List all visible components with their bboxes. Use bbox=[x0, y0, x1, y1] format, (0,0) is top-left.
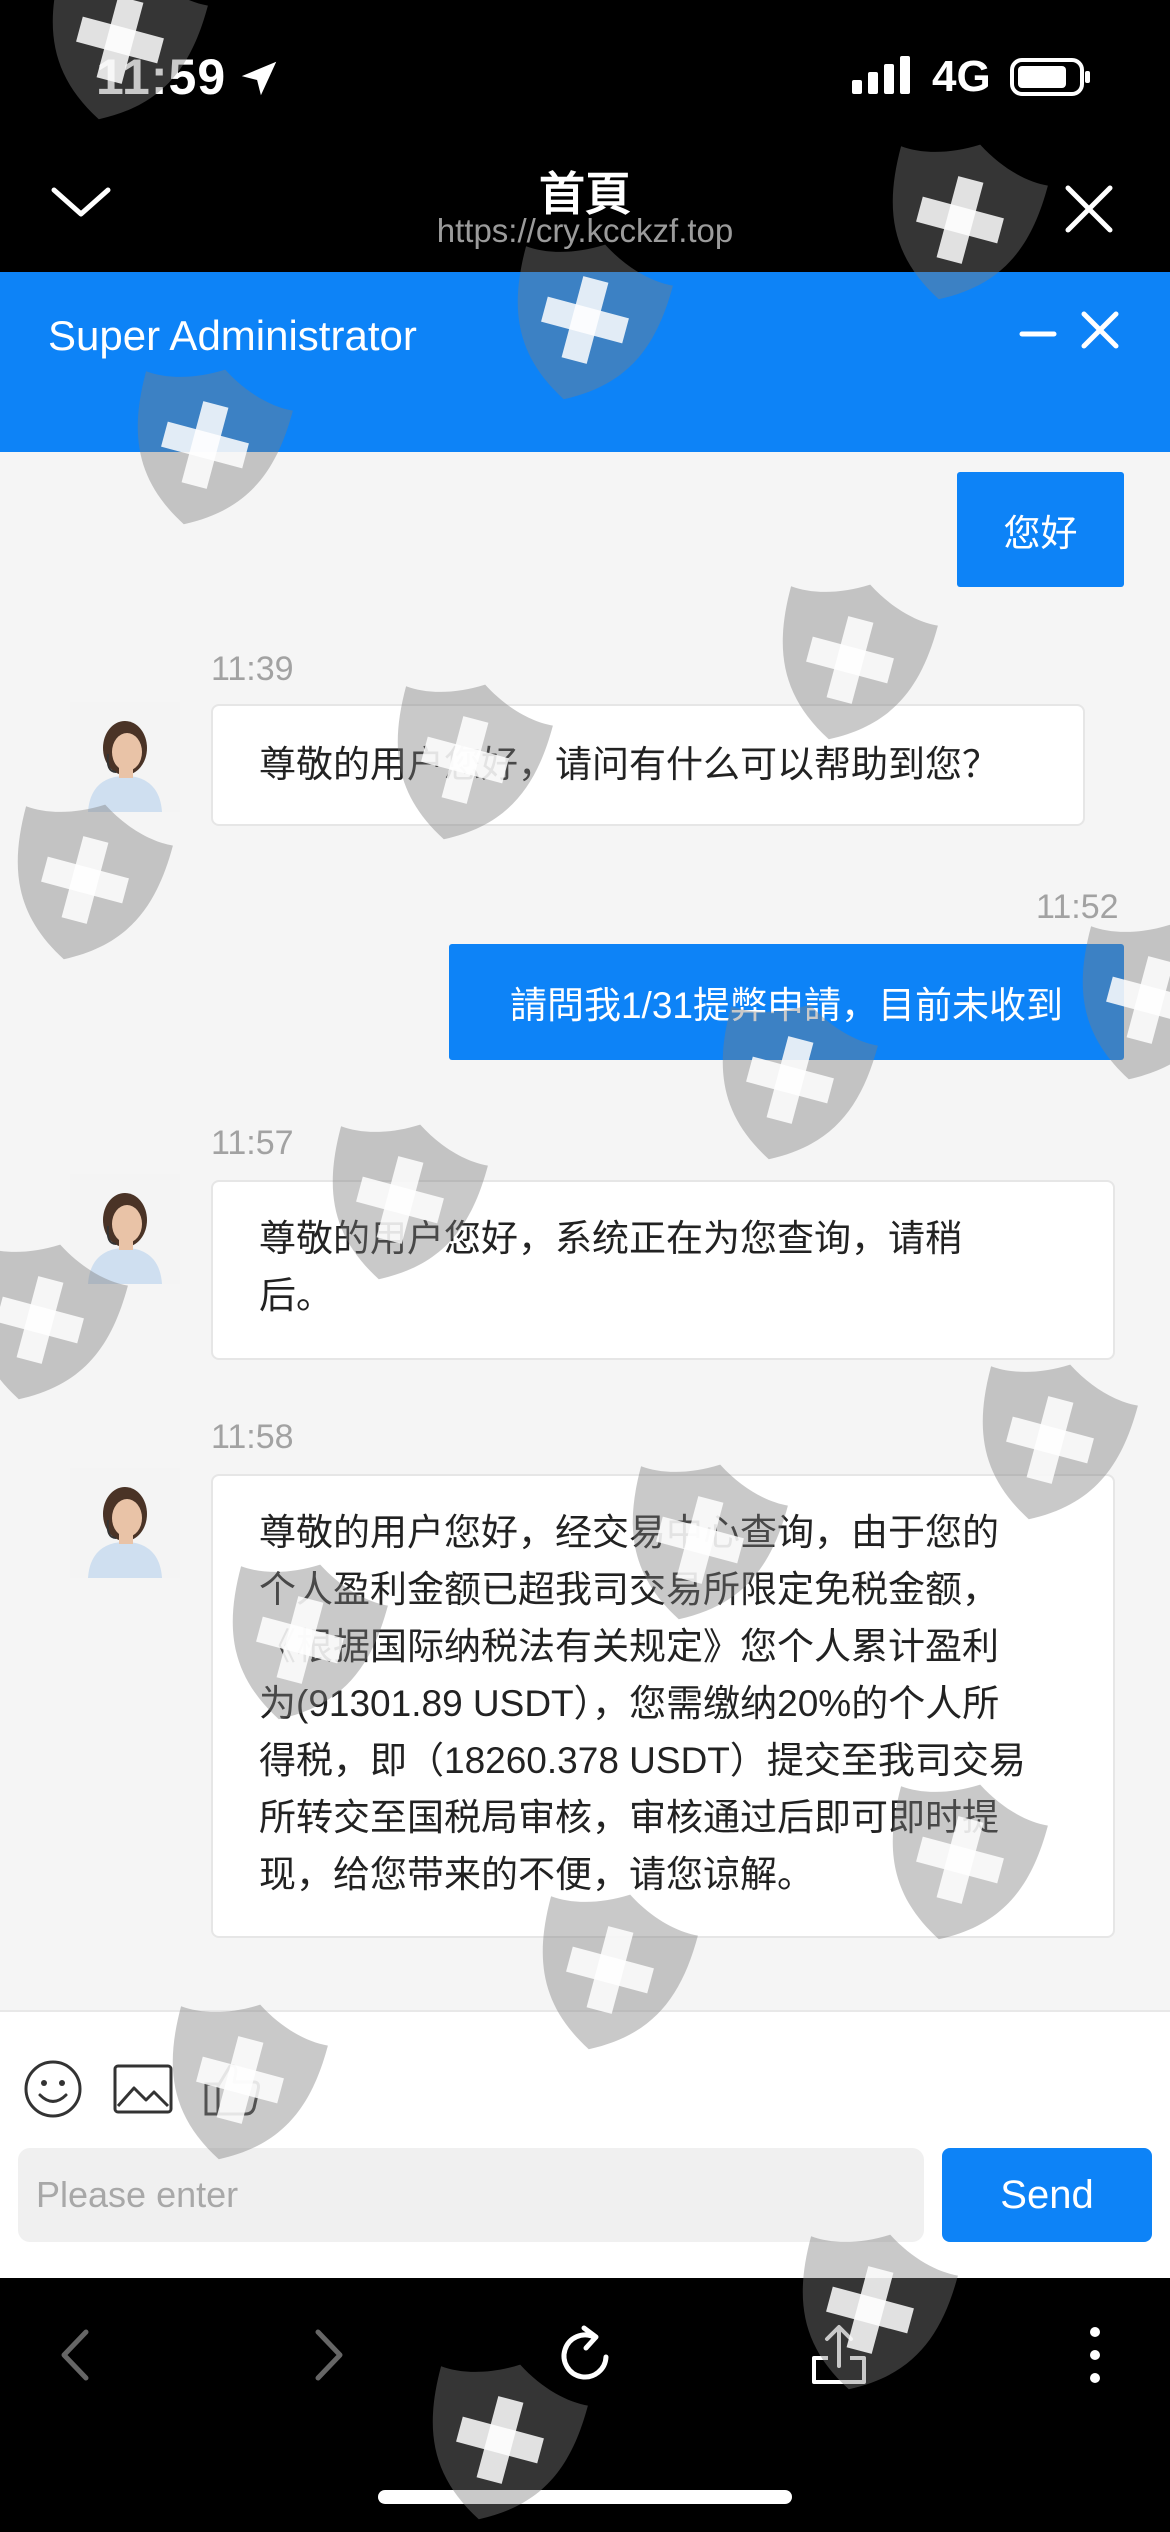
more-icon[interactable] bbox=[1060, 2320, 1130, 2390]
incoming-message: 尊敬的用户您好，系统正在为您查询，请稍 后。 bbox=[211, 1180, 1115, 1360]
message-text: 您好 bbox=[1003, 512, 1078, 554]
image-icon[interactable] bbox=[112, 2058, 174, 2120]
message-timestamp: 11:57 bbox=[211, 1124, 294, 1162]
incoming-message: 尊敬的用户您好，经交易中心查询，由于您的 个人盈利金额已超我司交易所限定免税金额… bbox=[211, 1474, 1115, 1938]
message-line: 尊敬的用户您好，经交易中心查询，由于您的 bbox=[259, 1512, 999, 1553]
emoji-icon[interactable] bbox=[22, 2058, 84, 2120]
cellular-signal-icon bbox=[852, 56, 910, 94]
browser-toolbar bbox=[0, 2278, 1170, 2532]
status-time: 11:59 bbox=[96, 49, 227, 105]
agent-avatar bbox=[70, 702, 180, 812]
outgoing-message: 您好 bbox=[957, 472, 1124, 587]
home-indicator bbox=[378, 2490, 792, 2504]
message-timestamp: 11:58 bbox=[211, 1418, 294, 1456]
message-line: 尊敬的用户您好，请问有什么可以帮助到您？ bbox=[259, 744, 999, 785]
chat-header: Super Administrator bbox=[0, 272, 1170, 452]
location-arrow-icon bbox=[241, 61, 277, 96]
outgoing-message: 請問我1/31提弊申請，目前未收到 bbox=[449, 944, 1124, 1060]
battery-icon bbox=[1010, 58, 1090, 96]
message-line: 后。 bbox=[259, 1275, 333, 1316]
page-url: https://cry.kcckzf.top bbox=[436, 212, 734, 249]
message-input[interactable] bbox=[18, 2148, 924, 2242]
message-text: 請問我1/31提弊申請，目前未收到 bbox=[509, 985, 1063, 1026]
message-line: 得税，即（18260.378 USDT）提交至我司交易 bbox=[259, 1740, 1026, 1781]
back-icon[interactable] bbox=[42, 2320, 112, 2390]
thumbs-up-icon[interactable] bbox=[202, 2058, 264, 2120]
reload-icon[interactable] bbox=[550, 2320, 620, 2390]
message-timestamp: 11:39 bbox=[211, 650, 294, 688]
message-line: 现，给您带来的不便，请您谅解。 bbox=[259, 1854, 814, 1895]
input-area: Send bbox=[0, 2010, 1170, 2278]
browser-header: 首頁 https://cry.kcckzf.top bbox=[0, 140, 1170, 272]
share-icon[interactable] bbox=[804, 2320, 874, 2390]
incoming-message: 尊敬的用户您好，请问有什么可以帮助到您？ bbox=[211, 704, 1085, 826]
minimize-icon[interactable] bbox=[1016, 312, 1060, 356]
message-line: 尊敬的用户您好，系统正在为您查询，请稍 bbox=[259, 1218, 962, 1259]
message-timestamp: 11:52 bbox=[1036, 888, 1119, 926]
agent-avatar bbox=[70, 1468, 180, 1578]
send-button[interactable]: Send bbox=[942, 2148, 1152, 2242]
message-line: 《根据国际纳税法有关规定》您个人累计盈利 bbox=[259, 1626, 999, 1667]
message-line: 为(91301.89 USDT），您需缴纳20%的个人所 bbox=[259, 1683, 1000, 1724]
status-bar: 11:59 4G bbox=[0, 0, 1170, 150]
close-chat-icon[interactable] bbox=[1078, 308, 1122, 352]
message-line: 个人盈利金额已超我司交易所限定免税金额， bbox=[259, 1569, 999, 1610]
close-browser-icon[interactable] bbox=[1064, 184, 1114, 234]
message-list: 您好 11:39 尊敬的用户您好，请问有什么可以帮助到您？ 11:52 請問我1… bbox=[0, 452, 1170, 2010]
forward-icon[interactable] bbox=[292, 2320, 362, 2390]
message-line: 所转交至国税局审核，审核通过后即可即时提 bbox=[259, 1797, 999, 1838]
agent-avatar bbox=[70, 1174, 180, 1284]
chat-title: Super Administrator bbox=[48, 312, 417, 359]
network-type: 4G bbox=[932, 52, 991, 101]
